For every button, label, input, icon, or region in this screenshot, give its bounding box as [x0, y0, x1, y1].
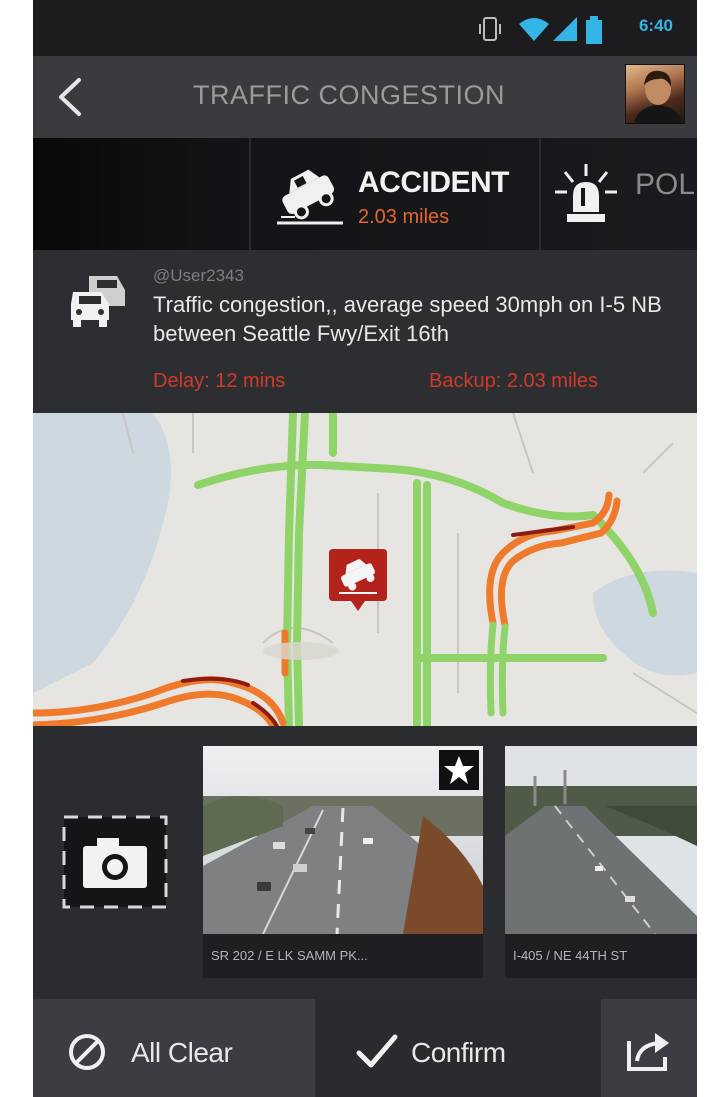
incident-description: Traffic congestion,, average speed 30mph… [153, 292, 662, 346]
chevron-left-icon [59, 78, 81, 116]
wifi-icon [519, 18, 549, 41]
incident-card: @User2343 Traffic congestion,, average s… [33, 250, 697, 413]
category-accident-distance: 2.03 miles [358, 206, 450, 228]
battery-icon [586, 16, 602, 44]
all-clear-label: All Clear [131, 1037, 233, 1068]
back-button[interactable] [53, 74, 89, 120]
confirm-label: Confirm [411, 1037, 506, 1068]
camera-add-icon [62, 815, 168, 909]
incident-backup: Backup: 2.03 miles [429, 370, 598, 392]
share-icon [627, 1033, 669, 1071]
category-divider [249, 138, 251, 250]
favorite-button[interactable] [439, 750, 479, 790]
category-divider [539, 138, 541, 250]
status-time: 6:40 [638, 16, 673, 35]
prohibit-icon [69, 1034, 105, 1070]
incident-category-strip: ACCIDENT 2.03 miles POL [33, 138, 697, 250]
accident-car-icon [277, 169, 343, 225]
confirm-button[interactable]: Confirm [315, 999, 601, 1097]
all-clear-button[interactable]: All Clear [33, 999, 315, 1097]
signal-icon [553, 17, 577, 41]
star-icon [444, 756, 474, 784]
camera-caption: SR 202 / E LK SAMM PK... [203, 934, 483, 978]
app-header: TRAFFIC CONGESTION [33, 56, 697, 138]
map-canvas [33, 413, 697, 726]
camera-feed-tile[interactable]: SR 202 / E LK SAMM PK... [203, 746, 483, 978]
lake-water [33, 413, 171, 693]
vibrate-icon [479, 17, 501, 41]
status-bar: 6:40 [33, 0, 697, 56]
traffic-camera-strip: SR 202 / E LK SAMM PK... I-405 / NE 44TH… [33, 726, 697, 999]
category-accident-label: ACCIDENT [358, 166, 510, 199]
police-light-icon [555, 164, 617, 222]
traffic-cars-icon [71, 276, 125, 327]
incident-delay: Delay: 12 mins [153, 370, 286, 392]
camera-image [505, 746, 697, 935]
checkmark-icon [356, 1034, 398, 1068]
share-button[interactable] [601, 999, 697, 1097]
user-avatar[interactable] [625, 64, 685, 124]
category-police-label: POL [635, 168, 696, 201]
page-title: TRAFFIC CONGESTION [193, 80, 505, 110]
incident-username[interactable]: @User2343 [153, 266, 244, 286]
add-photo-button[interactable] [61, 814, 169, 910]
traffic-map[interactable] [33, 413, 697, 726]
camera-feed-tile[interactable]: I-405 / NE 44TH ST [505, 746, 697, 978]
action-bar: All Clear Confirm [33, 999, 697, 1097]
avatar-image [634, 70, 682, 123]
camera-caption: I-405 / NE 44TH ST [505, 934, 697, 978]
app-screen: 6:40 TRAFFIC CONGESTION ACCIDENT 2.03 mi… [33, 0, 697, 1097]
